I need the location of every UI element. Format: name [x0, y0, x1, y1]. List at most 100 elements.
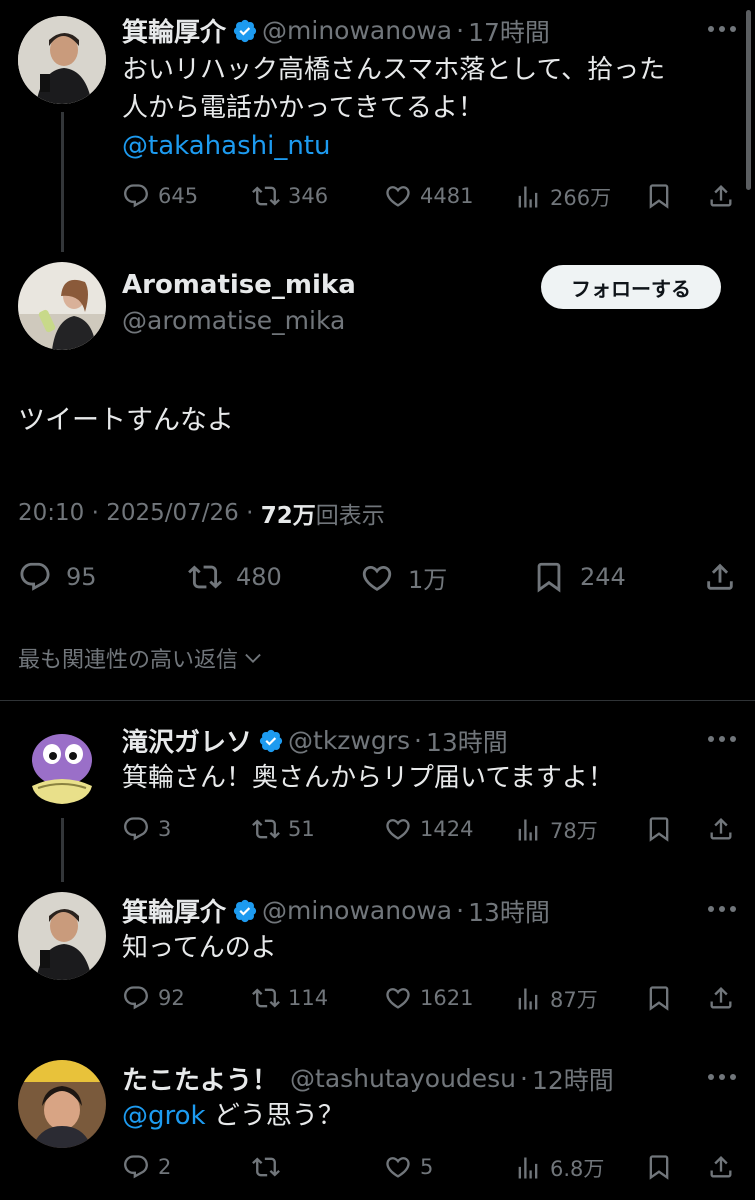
post-time[interactable]: 20:10 — [18, 500, 84, 526]
mention-link[interactable]: @grok — [122, 1097, 206, 1135]
more-options-icon[interactable] — [707, 734, 737, 744]
bookmark-button[interactable] — [645, 815, 673, 843]
user-handle[interactable]: @tkzwgrs — [288, 726, 410, 755]
reply-icon — [18, 560, 52, 594]
like-button[interactable]: 1424 — [384, 815, 473, 843]
repost-button[interactable] — [252, 1153, 288, 1181]
avatar-photo-icon — [18, 262, 106, 350]
more-options-icon[interactable] — [707, 904, 737, 914]
like-count: 1621 — [420, 986, 474, 1010]
heart-icon — [384, 1153, 412, 1181]
main-author: Aromatise_mika @aromatise_mika — [122, 270, 356, 335]
chevron-down-icon — [242, 647, 264, 669]
share-button[interactable] — [707, 984, 735, 1012]
repost-icon — [252, 815, 280, 843]
reply-icon — [122, 182, 150, 210]
timestamp[interactable]: 13時間 — [468, 893, 550, 929]
display-name[interactable]: 箕輪厚介 — [122, 12, 226, 49]
tweet-text-line: おいリハック高橋さんスマホ落として、拾った — [122, 55, 666, 85]
repost-count: 480 — [236, 563, 282, 591]
avatar[interactable] — [18, 892, 106, 980]
bookmark-icon — [532, 560, 566, 594]
more-options-icon[interactable] — [707, 24, 737, 34]
tweet-text-body: どう思う？ — [205, 1101, 344, 1131]
display-name[interactable]: たこたよう！ — [122, 1060, 278, 1097]
reply-button[interactable]: 3 — [122, 815, 171, 843]
more-options-icon[interactable] — [707, 1072, 737, 1082]
user-handle[interactable]: @tashutayoudesu — [290, 1064, 516, 1093]
views-count: 72万 — [260, 503, 316, 529]
timestamp[interactable]: 12時間 — [532, 1061, 614, 1097]
repost-button[interactable]: 346 — [252, 182, 328, 210]
share-button[interactable] — [707, 182, 735, 210]
heart-icon — [384, 815, 412, 843]
bookmark-icon — [645, 182, 673, 210]
tweet-header: 滝沢ガレソ @tkzwgrs · 13時間 — [122, 722, 508, 759]
reply-button[interactable]: 95 — [18, 560, 97, 594]
views-button[interactable]: 78万 — [514, 815, 598, 845]
user-handle[interactable]: @minowanowa — [262, 896, 452, 925]
share-button[interactable] — [703, 560, 737, 594]
separator-dot: · — [84, 500, 107, 526]
reply-button[interactable]: 645 — [122, 182, 198, 210]
display-name[interactable]: Aromatise_mika — [122, 270, 356, 300]
reply-icon — [122, 1153, 150, 1181]
bookmark-button[interactable] — [645, 984, 673, 1012]
scrollbar[interactable] — [746, 10, 751, 190]
reply-sort-dropdown[interactable]: 最も関連性の高い返信 — [18, 642, 264, 674]
reply-sort-label: 最も関連性の高い返信 — [18, 648, 239, 673]
reply-button[interactable]: 2 — [122, 1153, 171, 1181]
mention-link[interactable]: @takahashi_ntu — [122, 127, 665, 165]
bookmark-button[interactable] — [645, 182, 673, 210]
heart-icon — [384, 182, 412, 210]
avatar[interactable] — [18, 262, 106, 350]
separator-dot: · — [456, 896, 465, 925]
views-count: 78万 — [550, 819, 598, 843]
bookmark-button[interactable]: 244 — [532, 560, 626, 594]
views-button[interactable]: 87万 — [514, 984, 598, 1014]
character-avatar-icon — [18, 722, 106, 810]
reply-button[interactable]: 92 — [122, 984, 185, 1012]
like-button[interactable]: 5 — [384, 1153, 433, 1181]
avatar-photo-icon — [18, 1060, 106, 1148]
bookmark-button[interactable] — [645, 1153, 673, 1181]
tweet-header: 箕輪厚介 @minowanowa · 13時間 — [122, 892, 550, 929]
user-handle[interactable]: @minowanowa — [262, 16, 452, 45]
separator-dot: · — [456, 16, 465, 45]
timestamp[interactable]: 13時間 — [426, 723, 508, 759]
avatar-photo-icon — [18, 892, 106, 980]
repost-icon — [252, 1153, 280, 1181]
share-button[interactable] — [707, 815, 735, 843]
follow-button[interactable]: フォローする — [541, 265, 721, 309]
like-button[interactable]: 1万 — [360, 560, 447, 595]
views-button[interactable]: 266万 — [514, 182, 611, 212]
timestamp[interactable]: 17時間 — [468, 13, 550, 49]
repost-button[interactable]: 51 — [252, 815, 315, 843]
tweet-header: 箕輪厚介 @minowanowa · 17時間 — [122, 12, 550, 49]
user-handle[interactable]: @aromatise_mika — [122, 306, 356, 335]
heart-icon — [384, 984, 412, 1012]
repost-button[interactable]: 480 — [188, 560, 282, 594]
repost-count: 51 — [288, 817, 315, 841]
display-name[interactable]: 箕輪厚介 — [122, 892, 226, 929]
reply-count: 645 — [158, 184, 199, 208]
bookmark-icon — [645, 815, 673, 843]
avatar[interactable] — [18, 1060, 106, 1148]
tweet-text: @grok どう思う？ — [122, 1097, 344, 1135]
repost-icon — [252, 984, 280, 1012]
like-button[interactable]: 1621 — [384, 984, 473, 1012]
bookmark-count: 244 — [580, 563, 626, 591]
reply-icon — [122, 984, 150, 1012]
avatar[interactable] — [18, 16, 106, 104]
repost-button[interactable]: 114 — [252, 984, 328, 1012]
avatar[interactable] — [18, 722, 106, 810]
views-icon — [514, 816, 542, 844]
display-name[interactable]: 滝沢ガレソ — [122, 722, 252, 759]
like-button[interactable]: 4481 — [384, 182, 473, 210]
tweet-header: たこたよう！ @tashutayoudesu · 12時間 — [122, 1060, 614, 1097]
bookmark-icon — [645, 1153, 673, 1181]
share-button[interactable] — [707, 1153, 735, 1181]
views-button[interactable]: 6.8万 — [514, 1153, 604, 1183]
views-icon — [514, 183, 542, 211]
post-date[interactable]: 2025/07/26 — [106, 500, 239, 526]
